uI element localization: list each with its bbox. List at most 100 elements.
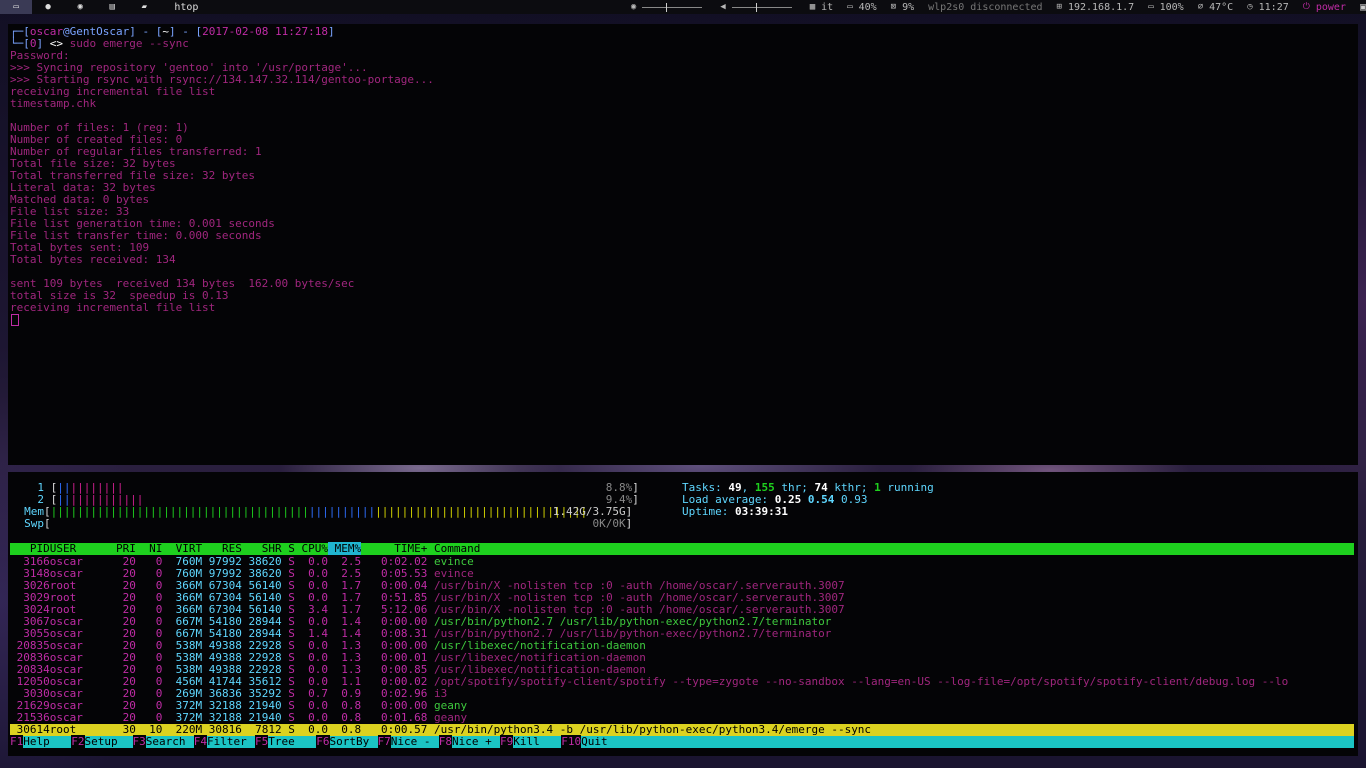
thermometer-icon: ⌀	[1197, 2, 1204, 12]
fkey-f2[interactable]: F2	[71, 735, 85, 748]
clock: ◷ 11:27	[1247, 2, 1289, 13]
fkey-f7[interactable]: F7	[377, 735, 391, 748]
mute-status: ⊠ 9%	[891, 2, 914, 13]
backlight-status: ▭ 40%	[847, 2, 876, 13]
column-header-pri[interactable]: PRI	[109, 542, 136, 555]
swap-value: 0K/0K	[592, 517, 626, 530]
wifi-label: wlp2s0 disconnected	[928, 1, 1043, 13]
mem-meter: Mem[||||||||||||||||||||||||||||||||||||…	[24, 505, 633, 518]
fkey-f9[interactable]: F9	[500, 735, 514, 748]
fkey-label-sortby[interactable]: SortBy	[330, 736, 378, 748]
workspace-1-laptop-icon[interactable]: ▭	[0, 0, 33, 14]
fkey-label-filter[interactable]: Filter	[207, 736, 255, 748]
temperature-value: 47°C	[1209, 1, 1234, 13]
fkey-label-search[interactable]: Search	[146, 736, 194, 748]
mute-icon: ⊠	[890, 2, 897, 12]
terminal-output-line: File list transfer time: 0.000 seconds	[10, 229, 262, 242]
fkey-label-setup[interactable]: Setup	[85, 736, 133, 748]
brightness-slider[interactable]	[642, 2, 703, 12]
eye-icon: ◉	[630, 2, 637, 12]
uptime-stat: Uptime: 03:39:31	[682, 505, 788, 518]
terminal-output-line: Literal data: 32 bytes	[10, 181, 156, 194]
column-header-time[interactable]: TIME+	[361, 542, 427, 555]
power-label: power	[1315, 1, 1346, 13]
column-header-cpu[interactable]: CPU%	[295, 542, 328, 555]
column-header-s[interactable]: S	[282, 542, 295, 555]
battery-icon: ▭	[1148, 2, 1154, 12]
prompt-line-2: └─[0] <> sudo emerge --sync	[10, 37, 189, 50]
cell-command: /usr/bin/python3.4 -b /usr/lib/python-ex…	[427, 723, 872, 736]
terminal-command: sudo emerge --sync	[69, 37, 189, 50]
terminal-cursor	[11, 314, 19, 326]
workspace-3-record-icon[interactable]: ◉	[64, 0, 96, 14]
terminal-pane[interactable]: ┌─[oscar@GentOscar] - [~] - [2017-02-08 …	[8, 24, 1358, 465]
fkey-label-nice[interactable]: Nice -	[391, 736, 439, 748]
keyboard-icon: ▦	[809, 2, 816, 12]
fkey-f10[interactable]: F10	[561, 735, 582, 748]
fkey-f6[interactable]: F6	[316, 735, 330, 748]
terminal-output: Password: >>> Syncing repository 'gentoo'…	[10, 50, 1356, 314]
wifi-status: wlp2s0 disconnected	[928, 2, 1042, 13]
terminal-output-line: receiving incremental file list	[10, 301, 216, 314]
keyboard-layout[interactable]: ▦ it	[810, 2, 833, 13]
fkey-label-tree[interactable]: Tree	[268, 736, 316, 748]
volume-slider-knob	[755, 2, 757, 12]
volume-control[interactable]: ◀	[720, 2, 795, 12]
top-status-bar: ▭ ● ◉ ▤ ▰ htop ◉ ◀ ▦ it ▭ 40% ⊠ 9% wlp2s…	[0, 0, 1366, 14]
column-header-pid[interactable]: PID	[10, 542, 50, 555]
column-header-mem[interactable]: MEM%	[327, 542, 362, 555]
fkey-label-nice[interactable]: Nice +	[452, 736, 500, 748]
process-table[interactable]: 3166oscar 20 0 760M 97992 38620 S 0.0 2.…	[10, 556, 1354, 736]
fkey-f3[interactable]: F3	[132, 735, 146, 748]
power-button[interactable]: ⏻ power	[1303, 2, 1346, 13]
battery-value: 100%	[1159, 1, 1184, 13]
focused-window-title: htop	[174, 1, 199, 13]
terminal-output-line: Total bytes received: 134	[10, 253, 176, 266]
column-header-shr[interactable]: SHR	[242, 542, 282, 555]
terminal-output-line: Total bytes sent: 109	[10, 241, 150, 254]
battery-status: ▭ 100%	[1148, 2, 1184, 13]
fkey-f1[interactable]: F1	[10, 735, 24, 748]
backlight-value: 40%	[858, 1, 877, 13]
volume-slider[interactable]	[731, 2, 792, 12]
speaker-icon: ◀	[720, 2, 726, 12]
fkey-label-help[interactable]: Help	[23, 736, 71, 748]
terminal-output-line: timestamp.chk	[10, 97, 97, 110]
tray-icon[interactable]: ▣	[1360, 2, 1366, 13]
function-key-bar: F1Help F2Setup F3Search F4Filter F5Tree F6Sor…	[10, 735, 1354, 748]
temperature-status: ⌀ 47°C	[1198, 2, 1234, 13]
cell-command: /opt/spotify/spotify-client/spotify --ty…	[427, 675, 1289, 688]
workspace-5-document-icon[interactable]: ▰	[128, 0, 160, 14]
fkey-f8[interactable]: F8	[438, 735, 452, 748]
ip-address: 192.168.1.7	[1067, 1, 1135, 13]
swap-meter: Swp[0K/0K]	[24, 517, 633, 530]
column-header-res[interactable]: RES	[202, 542, 242, 555]
terminal-output-line: Number of files: 1 (reg: 1)	[10, 121, 189, 134]
workspace-4-storage-icon[interactable]: ▤	[96, 0, 128, 14]
fkey-label-quit[interactable]: Quit	[581, 736, 621, 748]
clock-value: 11:27	[1258, 1, 1289, 13]
power-icon: ⏻	[1302, 2, 1310, 12]
prompt-line-1: ┌─[oscar@GentOscar] - [~] - [2017-02-08 …	[10, 25, 335, 38]
workspace-2-firefox-icon[interactable]: ●	[32, 0, 64, 14]
terminal-output-line: Matched data: 0 bytes	[10, 193, 150, 206]
prompt-time: 2017-02-08 11:27:18	[202, 25, 328, 38]
column-header-ni[interactable]: NI	[136, 542, 162, 555]
fkey-f4[interactable]: F4	[193, 735, 207, 748]
brightness-slider-knob	[666, 2, 668, 12]
process-table-header[interactable]: PIDUSER PRI NI VIRT RES SHR S CPU% MEM% …	[10, 542, 1354, 555]
terminal-output-line: receiving incremental file list	[10, 85, 216, 98]
fkey-f5[interactable]: F5	[255, 735, 269, 748]
network-icon: ⊞	[1056, 2, 1062, 12]
htop-pane[interactable]: 1 [|||||||||| 8.8%] 2 [||||||||||||| 9.4%]…	[8, 472, 1358, 756]
column-header-user[interactable]: USER	[50, 542, 110, 555]
clock-icon: ◷	[1247, 2, 1253, 12]
cursor-line	[10, 314, 1356, 326]
column-header-virt[interactable]: VIRT	[162, 542, 203, 555]
mute-value: 9%	[902, 1, 915, 13]
brightness-control[interactable]: ◉	[631, 2, 706, 12]
terminal-output-line: Number of regular files transferred: 1	[10, 145, 262, 158]
fkey-label-kill[interactable]: Kill	[513, 736, 561, 748]
column-header-command[interactable]: Command	[427, 542, 480, 555]
